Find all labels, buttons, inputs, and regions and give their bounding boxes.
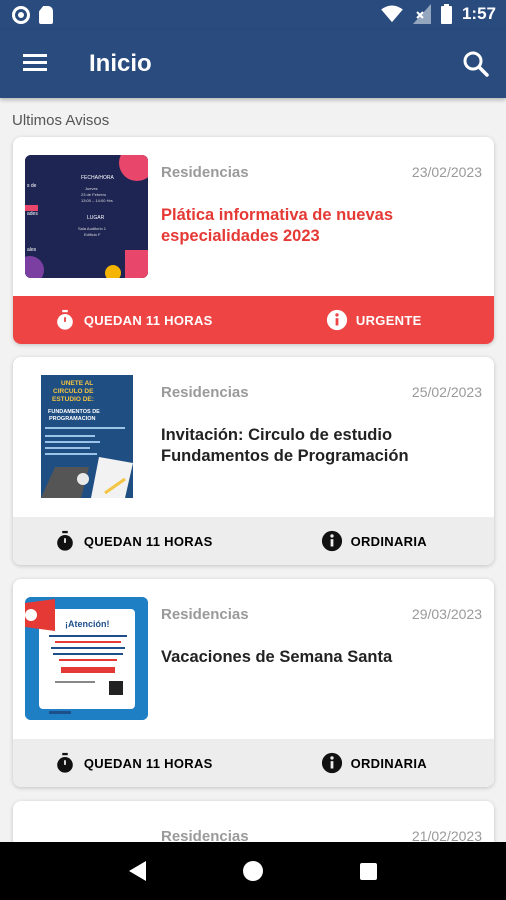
notice-date: 29/03/2023 [411,606,482,622]
stopwatch-icon [57,530,73,551]
priority-label: ORDINARIA [350,755,427,771]
time-left-label: QUEDAN 11 HORAS [83,533,213,549]
svg-text:Edificio F: Edificio F [84,232,101,237]
section-title: Ultimos Avisos [12,112,110,129]
svg-text:ales: ales [27,247,37,253]
no-signal-icon [412,4,431,24]
menu-button[interactable] [20,50,50,78]
notice-title: Invitación: Circulo de estudio Fundament… [161,426,409,465]
stopwatch-icon [57,752,73,773]
search-icon [463,51,489,77]
notice-title: Vacaciones de Semana Santa [161,648,393,666]
svg-text:UNETE AL: UNETE AL [61,380,93,387]
wifi-icon [381,5,403,23]
svg-text:Jueves: Jueves [85,186,98,191]
notice-card[interactable]: UNETE AL CIRCULO DE ESTUDIO DE: FUNDAMEN… [13,357,494,565]
notice-category: Residencias [161,384,249,401]
svg-text:Sala Auditorio 1: Sala Auditorio 1 [78,226,107,231]
notice-title: Plática informativa de nuevas especialid… [161,206,394,245]
notice-thumbnail: UNETE AL CIRCULO DE ESTUDIO DE: FUNDAMEN… [25,375,148,498]
stopwatch-icon [57,309,73,330]
priority-label: URGENTE [355,312,422,328]
notice-thumbnail: ¡Atención! [25,597,148,720]
hamburger-icon [23,54,47,57]
event-poster-image: FECHA/HORA Jueves 23 de Febrero 13:00 – … [25,155,148,278]
time-left-label: QUEDAN 11 HORAS [83,755,213,771]
svg-text:13:00 – 14:00 Hrs: 13:00 – 14:00 Hrs [81,198,113,203]
recent-apps-button[interactable] [360,862,378,880]
notice-footer: QUEDAN 11 HORAS URGENTE [13,296,494,344]
svg-text:FECHA/HORA: FECHA/HORA [81,175,114,181]
svg-text:¡Atención!: ¡Atención! [65,619,110,629]
svg-text:ESTUDIO DE:: ESTUDIO DE: [52,396,94,403]
notice-date: 23/02/2023 [411,164,482,180]
clock: 1:57 [461,4,496,23]
app-bar: Inicio [0,30,506,98]
svg-text:LUGAR: LUGAR [87,215,105,221]
search-button[interactable] [460,48,492,80]
priority: ORDINARIA [254,752,495,774]
svg-text:23 de Febrero: 23 de Febrero [81,192,107,197]
svg-text:FUNDAMENTOS DE: FUNDAMENTOS DE [48,409,100,415]
time-left: QUEDAN 11 HORAS [13,530,254,552]
priority-label: ORDINARIA [350,533,427,549]
battery-icon [440,4,452,24]
info-icon [326,309,347,331]
notice-footer: QUEDAN 11 HORAS ORDINARIA [13,517,494,565]
priority: URGENTE [254,309,495,331]
notice-category: Residencias [161,606,249,623]
notice-footer: QUEDAN 11 HORAS ORDINARIA [13,739,494,787]
info-icon [321,530,342,552]
priority: ORDINARIA [254,530,495,552]
home-button[interactable] [242,861,263,881]
time-left-label: QUEDAN 11 HORAS [83,312,213,328]
notice-thumbnail: FECHA/HORA Jueves 23 de Febrero 13:00 – … [25,155,148,278]
status-bar: 1:57 [0,0,506,30]
study-circle-poster-image: UNETE AL CIRCULO DE ESTUDIO DE: FUNDAMEN… [25,375,148,498]
sd-card-icon [39,6,53,24]
notice-card[interactable]: ¡Atención! Residencias 29/03/2023 Vacaci… [13,579,494,787]
svg-text:ades: ades [27,211,38,217]
system-navigation-bar [0,842,506,900]
notification-icon [12,6,30,24]
announcement-poster-image: ¡Atención! [25,597,148,720]
notice-card[interactable]: FECHA/HORA Jueves 23 de Febrero 13:00 – … [13,137,494,344]
notice-category: Residencias [161,164,249,181]
notice-date: 25/02/2023 [411,384,482,400]
svg-text:s de: s de [27,183,37,189]
time-left: QUEDAN 11 HORAS [13,309,254,331]
time-left: QUEDAN 11 HORAS [13,752,254,774]
info-icon [321,752,342,774]
back-button[interactable] [128,861,146,881]
page-title: Inicio [89,50,152,77]
svg-text:PROGRAMACION: PROGRAMACION [49,416,95,422]
svg-text:CIRCULO DE: CIRCULO DE [53,388,94,395]
